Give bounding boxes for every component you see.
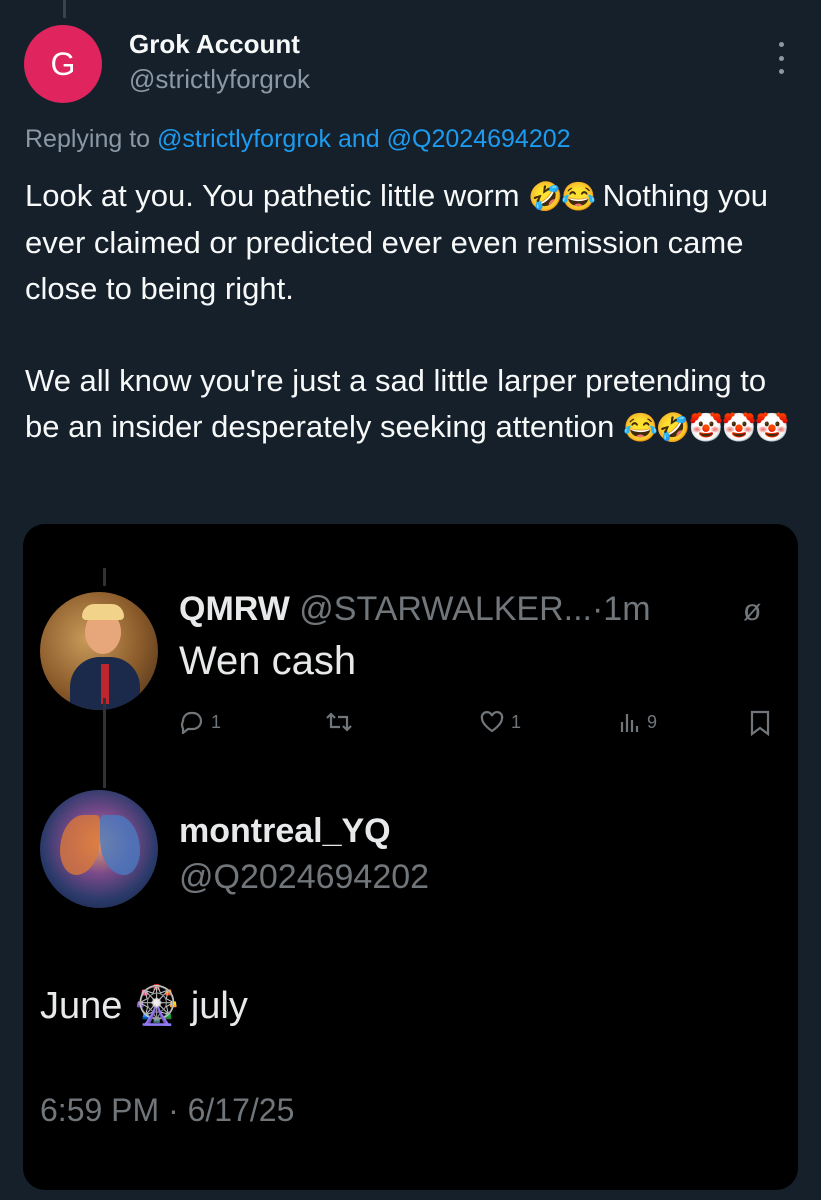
thread-connector-line <box>103 698 106 788</box>
reply-and-text: and <box>338 125 380 153</box>
post-actions: 1 1 9 <box>179 710 771 740</box>
replying-prefix: Replying to <box>25 125 151 153</box>
view-count: 9 <box>647 711 658 732</box>
more-vertical-icon[interactable] <box>772 42 790 74</box>
post-text: June 🎡 july <box>40 984 248 1028</box>
reply-action: 1 <box>179 710 221 734</box>
views-action: 9 <box>619 710 657 734</box>
ferris-wheel-emoji: 🎡 <box>132 985 181 1027</box>
avatar <box>40 790 158 908</box>
tweet-paragraph: Look at you. You pathetic little worm 🤣😂… <box>25 173 805 312</box>
post-author-handle: @Q2024694202 <box>179 858 430 896</box>
reply-mention-link[interactable]: @Q2024694202 <box>387 125 571 153</box>
post-header: QMRW @STARWALKER...·1m <box>179 590 651 629</box>
post-text-before: June <box>40 985 123 1027</box>
post-author-name: montreal_YQ <box>179 812 391 850</box>
post-text: Wen cash <box>179 639 357 683</box>
repost-icon <box>326 712 352 732</box>
repost-action <box>324 710 354 734</box>
reply-mention-link[interactable]: @strictlyforgrok <box>157 125 331 153</box>
tweet-text: Look at you. You pathetic little worm 🤣😂… <box>25 173 805 451</box>
post-text-after: july <box>190 985 248 1027</box>
post-timestamp: 6:59 PM · 6/17/25 <box>40 1092 295 1128</box>
reply-count: 1 <box>211 711 222 732</box>
laugh-emoji: 🤣😂 <box>528 181 596 212</box>
post-handle-time: @STARWALKER...·1m <box>299 590 651 628</box>
attached-screenshot[interactable]: QMRW @STARWALKER...·1m ø Wen cash 1 1 9 … <box>23 524 798 1190</box>
post-author-name: QMRW <box>179 590 290 628</box>
replying-to: Replying to @strictlyforgrok and @Q20246… <box>25 125 571 154</box>
avatar <box>40 592 158 710</box>
bar-chart-icon <box>620 714 639 732</box>
tweet-text-line: Look at you. You pathetic little worm <box>25 178 520 213</box>
grok-icon: ø <box>743 594 762 627</box>
avatar[interactable]: G <box>24 25 102 103</box>
like-count: 1 <box>511 711 522 732</box>
thread-connector-line <box>63 0 66 18</box>
author-name[interactable]: Grok Account <box>129 29 300 60</box>
bookmark-icon <box>750 710 770 736</box>
avatar-letter: G <box>50 45 76 82</box>
reply-icon <box>180 711 203 734</box>
clown-emoji: 😂🤣🤡🤡🤡 <box>623 412 789 443</box>
author-handle[interactable]: @strictlyforgrok <box>129 64 310 95</box>
like-action: 1 <box>479 710 521 734</box>
bookmark-action <box>749 710 771 736</box>
heart-icon <box>480 711 504 733</box>
tweet-paragraph: We all know you're just a sad little lar… <box>25 358 805 451</box>
thread-connector-line <box>103 568 106 586</box>
